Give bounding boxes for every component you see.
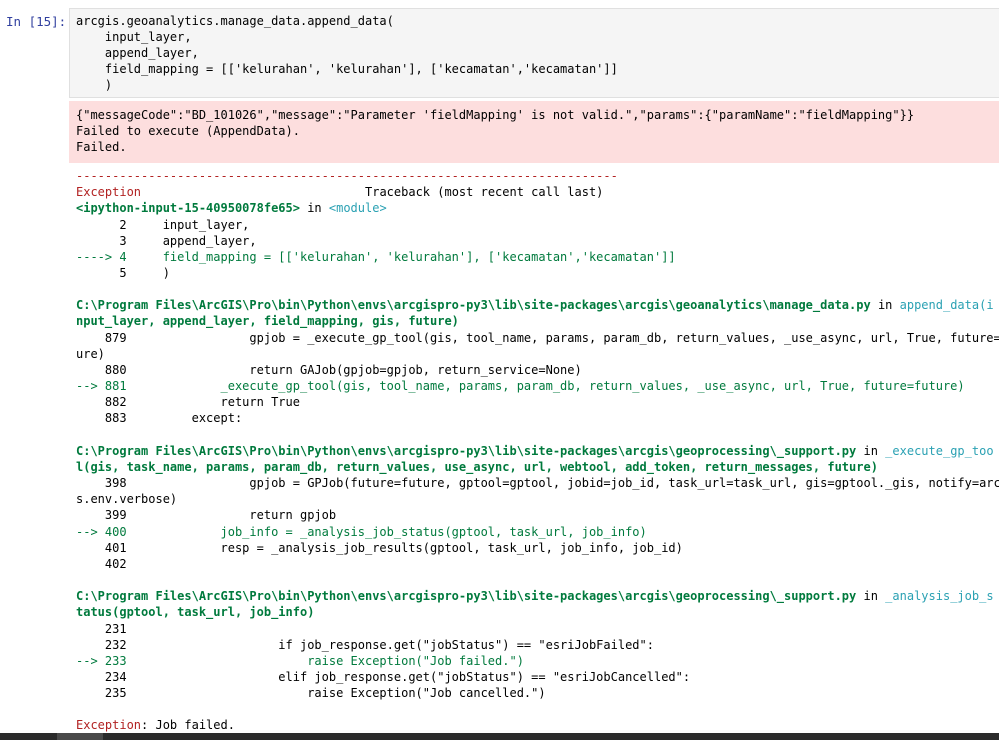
frame-line: 883 except:: [76, 411, 243, 425]
frame-signature: l(gis, task_name, params, param_db, retu…: [76, 460, 878, 474]
frame-line: 234 elif job_response.get("jobStatus") =…: [76, 670, 691, 684]
frame-line: s.env.verbose): [76, 492, 178, 506]
final-exception: Exception: Job failed.: [76, 717, 235, 733]
frame-line: 398 gpjob = GPJob(future=future, gptool=…: [76, 476, 999, 490]
frame-header: <ipython-input-15-40950078fe65> in <modu…: [76, 200, 387, 216]
frame-line-current: --> 400 job_info = _analysis_job_status(…: [76, 525, 647, 539]
input-ref: <ipython-input-15-40950078fe65>: [76, 201, 300, 215]
in-word: in: [870, 298, 900, 312]
traceback-header: Exception Traceback (most recent call la…: [76, 184, 603, 200]
code-line: ): [76, 78, 113, 92]
file-path: C:\Program Files\ArcGIS\Pro\bin\Python\e…: [76, 298, 871, 312]
stderr-line: Failed.: [76, 140, 127, 154]
frame-line: 879 gpjob = _execute_gp_tool(gis, tool_n…: [76, 331, 999, 345]
frame-line-current: --> 233 raise Exception("Job failed."): [76, 654, 524, 668]
frame-line: 401 resp = _analysis_job_results(gptool,…: [76, 541, 683, 555]
function-ref: _analysis_job_s: [885, 589, 994, 603]
frame-line: ure): [76, 347, 105, 361]
final-exception-message: : Job failed.: [141, 718, 235, 732]
frame-header: C:\Program Files\ArcGIS\Pro\bin\Python\e…: [76, 443, 994, 459]
frame-line: 402: [76, 557, 127, 571]
taskbar-selected-item[interactable]: [57, 733, 103, 740]
frame-line: 5 ): [76, 266, 170, 280]
frame-line: 232 if job_response.get("jobStatus") == …: [76, 638, 654, 652]
frame-line: 235 raise Exception("Job cancelled."): [76, 686, 546, 700]
frame-signature: tatus(gptool, task_url, job_info): [76, 605, 315, 619]
function-ref: append_data(i: [899, 298, 994, 312]
stderr-line: Failed to execute (AppendData).: [76, 124, 300, 138]
in-word: in: [856, 589, 886, 603]
traceback-divider: ----------------------------------------…: [76, 169, 618, 183]
frame-line-current: ----> 4 field_mapping = [['kelurahan', '…: [76, 250, 676, 264]
file-path: C:\Program Files\ArcGIS\Pro\bin\Python\e…: [76, 589, 857, 603]
code-line: input_layer,: [76, 30, 192, 44]
frame-header: C:\Program Files\ArcGIS\Pro\bin\Python\e…: [76, 588, 994, 604]
frame-line: 3 append_layer,: [76, 234, 257, 248]
frame-line: 880 return GAJob(gpjob=gpjob, return_ser…: [76, 363, 582, 377]
code-line: arcgis.geoanalytics.manage_data.append_d…: [76, 14, 394, 28]
code-line: append_layer,: [76, 46, 199, 60]
frame-line: 2 input_layer,: [76, 218, 250, 232]
traceback-title: Traceback (most recent call last): [141, 185, 604, 199]
frame-line: 399 return gpjob: [76, 508, 337, 522]
in-word: in: [856, 444, 886, 458]
module-ref: <module>: [328, 201, 387, 215]
in-word: in: [299, 201, 329, 215]
frame-line: 882 return True: [76, 395, 300, 409]
final-exception-name: Exception: [76, 718, 142, 732]
frame-line: 231: [76, 622, 127, 636]
frame-line-current: --> 881 _execute_gp_tool(gis, tool_name,…: [76, 379, 965, 393]
code-line: field_mapping = [['kelurahan', 'keluraha…: [76, 62, 618, 76]
function-ref: _execute_gp_too: [885, 444, 994, 458]
frame-signature: nput_layer, append_layer, field_mapping,…: [76, 314, 459, 328]
taskbar: [0, 733, 999, 740]
exception-name: Exception: [76, 185, 142, 199]
stderr-line: {"messageCode":"BD_101026","message":"Pa…: [76, 108, 915, 122]
cell-prompt: In [15]:: [6, 14, 67, 29]
frame-header: C:\Program Files\ArcGIS\Pro\bin\Python\e…: [76, 297, 994, 313]
file-path: C:\Program Files\ArcGIS\Pro\bin\Python\e…: [76, 444, 857, 458]
